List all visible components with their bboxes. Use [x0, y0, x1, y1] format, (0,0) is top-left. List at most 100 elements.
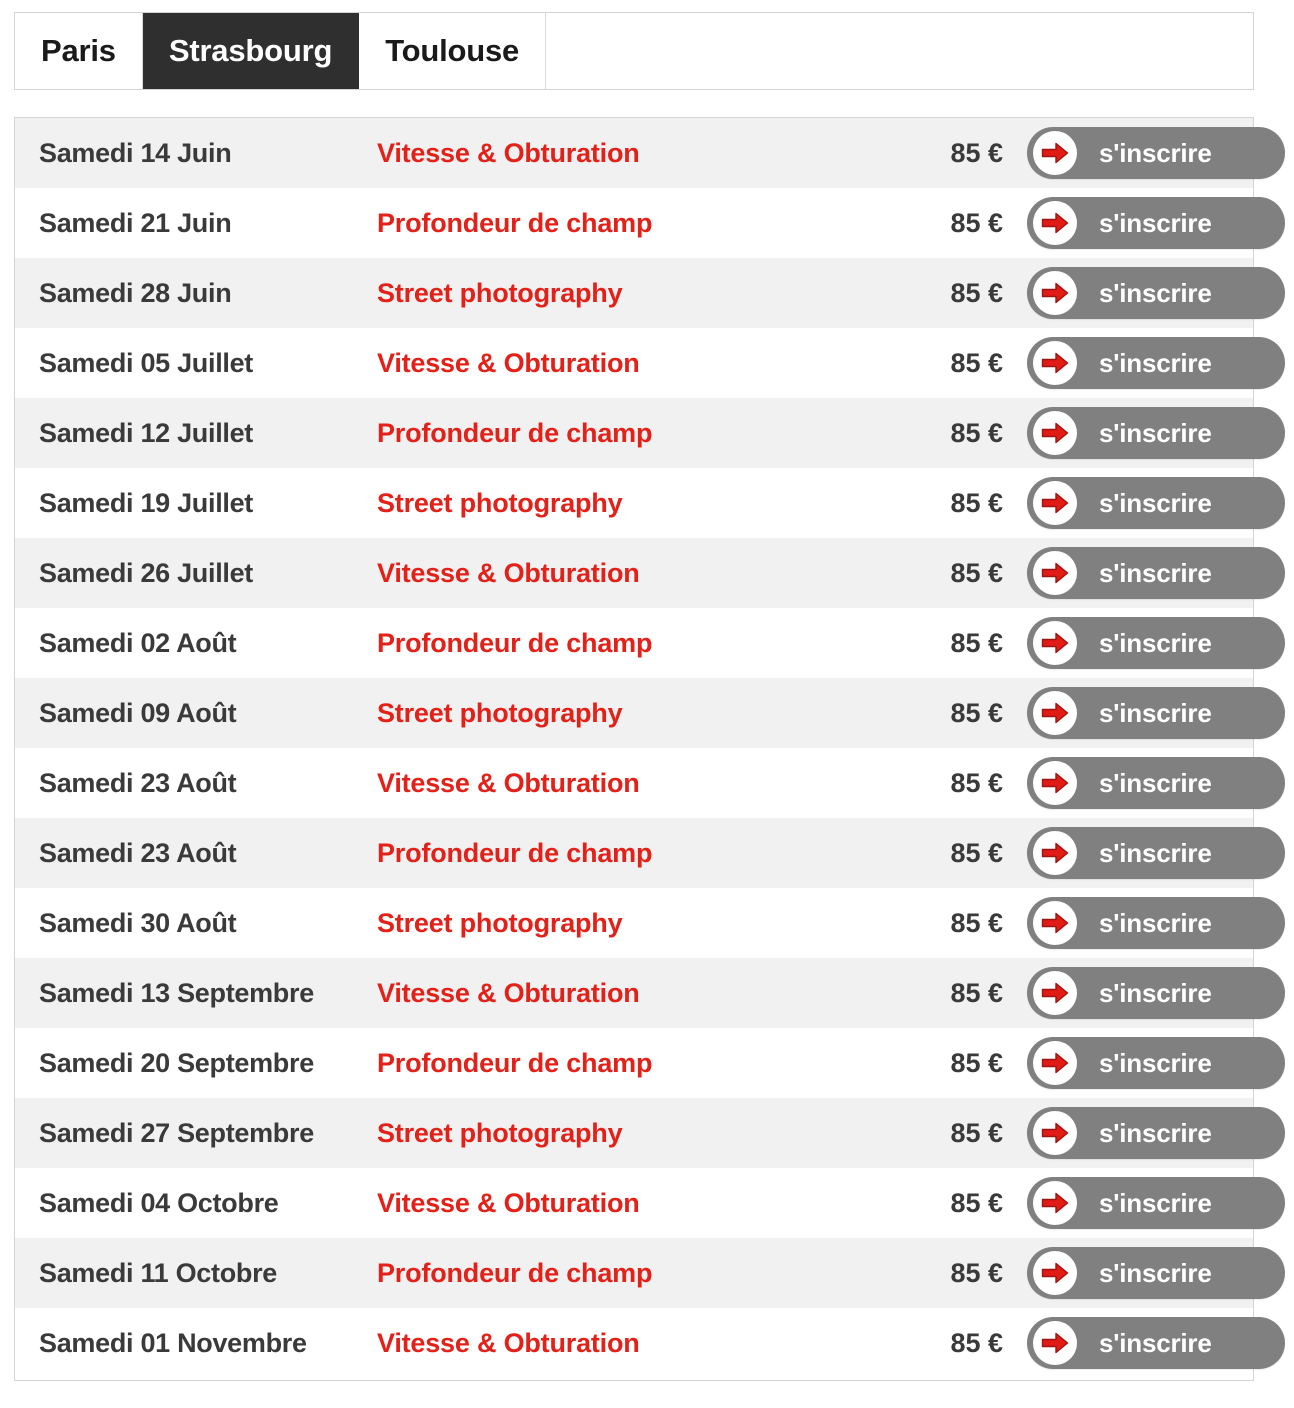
signup-button-label: s'inscrire — [1099, 837, 1212, 868]
session-action-cell: s'inscrire — [1015, 1107, 1285, 1159]
session-date: Samedi 04 Octobre — [39, 1187, 279, 1218]
arrow-right-icon — [1033, 481, 1077, 525]
arrow-right-icon — [1033, 691, 1077, 735]
session-price: 85 € — [950, 1187, 1003, 1218]
table-row: Samedi 19 Juillet Street photography 85 € s… — [15, 468, 1285, 538]
table-row: Samedi 20 Septembre Profondeur de champ 85… — [15, 1028, 1285, 1098]
signup-button[interactable]: s'inscrire — [1027, 757, 1285, 809]
table-row: Samedi 11 Octobre Profondeur de champ 85 €… — [15, 1238, 1285, 1308]
signup-button[interactable]: s'inscrire — [1027, 477, 1285, 529]
session-price: 85 € — [950, 767, 1003, 798]
session-action-cell: s'inscrire — [1015, 337, 1285, 389]
signup-button-label: s'inscrire — [1099, 627, 1212, 658]
table-row: Samedi 13 Septembre Vitesse & Obturation 8… — [15, 958, 1285, 1028]
arrow-right-icon — [1033, 831, 1077, 875]
session-price: 85 € — [950, 137, 1003, 168]
signup-button[interactable]: s'inscrire — [1027, 687, 1285, 739]
session-action-cell: s'inscrire — [1015, 1177, 1285, 1229]
session-course-title[interactable]: Street photography — [377, 1118, 877, 1149]
signup-button[interactable]: s'inscrire — [1027, 897, 1285, 949]
session-date: Samedi 09 Août — [39, 697, 237, 728]
tab-toulouse[interactable]: Toulouse — [359, 13, 547, 89]
arrow-right-icon — [1033, 1041, 1077, 1085]
session-action-cell: s'inscrire — [1015, 1247, 1285, 1299]
signup-button[interactable]: s'inscrire — [1027, 197, 1285, 249]
table-row: Samedi 14 Juin Vitesse & Obturation 85 € s'… — [15, 118, 1285, 188]
session-course-title[interactable]: Vitesse & Obturation — [377, 348, 877, 379]
arrow-right-icon — [1033, 1321, 1077, 1365]
signup-button-label: s'inscrire — [1099, 697, 1212, 728]
session-action-cell: s'inscrire — [1015, 547, 1285, 599]
signup-button-label: s'inscrire — [1099, 347, 1212, 378]
signup-button-label: s'inscrire — [1099, 557, 1212, 588]
city-tab-bar: Paris Strasbourg Toulouse — [14, 12, 1254, 90]
session-price: 85 € — [950, 1257, 1003, 1288]
session-action-cell: s'inscrire — [1015, 407, 1285, 459]
tab-paris[interactable]: Paris — [15, 13, 143, 89]
session-action-cell: s'inscrire — [1015, 127, 1285, 179]
session-course-title[interactable]: Profondeur de champ — [377, 1258, 877, 1289]
session-date: Samedi 05 Juillet — [39, 347, 253, 378]
signup-button-label: s'inscrire — [1099, 417, 1212, 448]
session-course-title[interactable]: Profondeur de champ — [377, 628, 877, 659]
session-action-cell: s'inscrire — [1015, 757, 1285, 809]
session-course-title[interactable]: Vitesse & Obturation — [377, 138, 877, 169]
session-action-cell: s'inscrire — [1015, 267, 1285, 319]
signup-button[interactable]: s'inscrire — [1027, 1247, 1285, 1299]
session-course-title[interactable]: Profondeur de champ — [377, 208, 877, 239]
session-course-title[interactable]: Vitesse & Obturation — [377, 1328, 877, 1359]
tab-strasbourg[interactable]: Strasbourg — [142, 13, 360, 89]
arrow-right-icon — [1033, 551, 1077, 595]
session-course-title[interactable]: Street photography — [377, 488, 877, 519]
session-action-cell: s'inscrire — [1015, 687, 1285, 739]
session-date: Samedi 21 Juin — [39, 207, 232, 238]
signup-button[interactable]: s'inscrire — [1027, 1037, 1285, 1089]
table-row: Samedi 04 Octobre Vitesse & Obturation 85 … — [15, 1168, 1285, 1238]
session-date: Samedi 12 Juillet — [39, 417, 253, 448]
signup-button[interactable]: s'inscrire — [1027, 827, 1285, 879]
session-price: 85 € — [950, 487, 1003, 518]
session-date: Samedi 27 Septembre — [39, 1117, 314, 1148]
session-course-title[interactable]: Vitesse & Obturation — [377, 978, 877, 1009]
session-course-title[interactable]: Profondeur de champ — [377, 418, 877, 449]
table-row: Samedi 12 Juillet Profondeur de champ 85 €… — [15, 398, 1285, 468]
session-price: 85 € — [950, 837, 1003, 868]
arrow-right-icon — [1033, 201, 1077, 245]
signup-button[interactable]: s'inscrire — [1027, 407, 1285, 459]
arrow-right-icon — [1033, 901, 1077, 945]
signup-button[interactable]: s'inscrire — [1027, 547, 1285, 599]
signup-button[interactable]: s'inscrire — [1027, 267, 1285, 319]
page-root: Paris Strasbourg Toulouse Samedi 14 Juin Vi… — [0, 0, 1294, 1408]
session-date: Samedi 23 Août — [39, 837, 237, 868]
signup-button-label: s'inscrire — [1099, 1117, 1212, 1148]
signup-button[interactable]: s'inscrire — [1027, 617, 1285, 669]
session-course-title[interactable]: Vitesse & Obturation — [377, 558, 877, 589]
session-course-title[interactable]: Profondeur de champ — [377, 838, 877, 869]
session-date: Samedi 26 Juillet — [39, 557, 253, 588]
signup-button[interactable]: s'inscrire — [1027, 127, 1285, 179]
session-action-cell: s'inscrire — [1015, 617, 1285, 669]
session-date: Samedi 23 Août — [39, 767, 237, 798]
session-action-cell: s'inscrire — [1015, 197, 1285, 249]
session-course-title[interactable]: Street photography — [377, 278, 877, 309]
signup-button[interactable]: s'inscrire — [1027, 967, 1285, 1019]
session-action-cell: s'inscrire — [1015, 897, 1285, 949]
signup-button[interactable]: s'inscrire — [1027, 1177, 1285, 1229]
sessions-table: Samedi 14 Juin Vitesse & Obturation 85 € s'… — [14, 117, 1285, 1381]
table-row: Samedi 23 Août Vitesse & Obturation 85 € s'… — [15, 748, 1285, 818]
table-row: Samedi 21 Juin Profondeur de champ 85 € s'i… — [15, 188, 1285, 258]
session-course-title[interactable]: Street photography — [377, 698, 877, 729]
arrow-right-icon — [1033, 1251, 1077, 1295]
signup-button[interactable]: s'inscrire — [1027, 337, 1285, 389]
session-course-title[interactable]: Vitesse & Obturation — [377, 768, 877, 799]
signup-button[interactable]: s'inscrire — [1027, 1317, 1285, 1369]
arrow-right-icon — [1033, 621, 1077, 665]
arrow-right-icon — [1033, 761, 1077, 805]
session-course-title[interactable]: Vitesse & Obturation — [377, 1188, 877, 1219]
session-course-title[interactable]: Street photography — [377, 908, 877, 939]
arrow-right-icon — [1033, 411, 1077, 455]
arrow-right-icon — [1033, 1181, 1077, 1225]
signup-button[interactable]: s'inscrire — [1027, 1107, 1285, 1159]
session-price: 85 € — [950, 1327, 1003, 1358]
session-course-title[interactable]: Profondeur de champ — [377, 1048, 877, 1079]
